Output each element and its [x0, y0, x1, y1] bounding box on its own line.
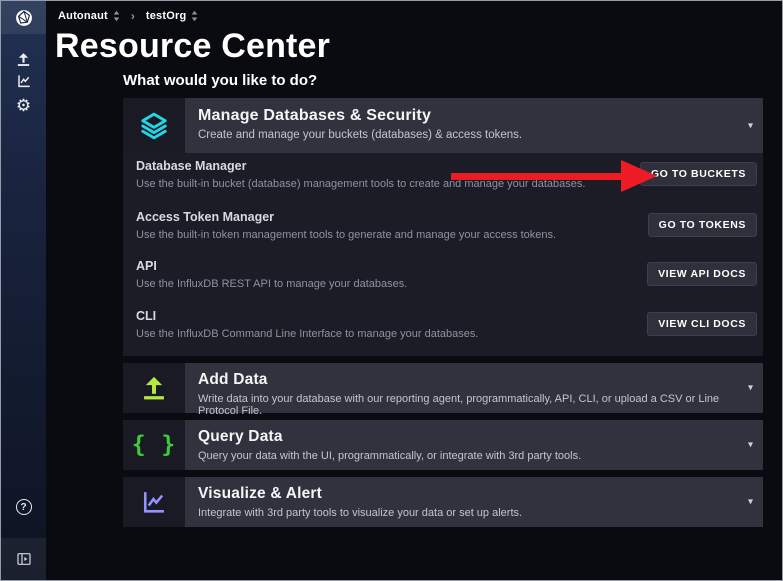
account-name: Autonaut — [58, 10, 108, 22]
page-title: Resource Center — [55, 27, 330, 66]
settings-nav-icon[interactable]: ⚙ — [1, 95, 46, 115]
help-icon: ? — [16, 499, 32, 515]
section-subtitle: Write data into your database with our r… — [198, 393, 737, 417]
go-to-tokens-button[interactable]: GO TO TOKENS — [648, 213, 757, 237]
line-chart-icon — [123, 477, 185, 527]
breadcrumb-org-dropdown[interactable]: testOrg — [146, 10, 199, 22]
page-prompt: What would you like to do? — [123, 72, 317, 89]
section-title: Add Data — [198, 371, 737, 389]
upload-icon — [15, 51, 32, 68]
row-cli: CLI Use the InfluxDB Command Line Interf… — [123, 309, 763, 355]
row-database-manager: Database Manager Use the built-in bucket… — [123, 159, 763, 205]
sort-carets-icon — [113, 10, 120, 22]
curly-braces-icon: { } — [123, 420, 185, 470]
annotation-arrow-head — [621, 160, 657, 192]
org-name: testOrg — [146, 10, 187, 22]
resource-center-screen: ⚙ ? Autonaut › testOrg — [0, 0, 783, 581]
chevron-down-icon[interactable]: ▾ — [748, 440, 753, 451]
load-data-nav-icon[interactable] — [1, 49, 46, 69]
influxdb-logo-icon — [14, 8, 34, 28]
upload-icon — [123, 363, 185, 413]
section-title: Manage Databases & Security — [198, 107, 737, 125]
influxdb-logo[interactable] — [1, 1, 46, 34]
section-subtitle: Query your data with the UI, programmati… — [198, 450, 737, 462]
section-title: Visualize & Alert — [198, 485, 737, 503]
data-explorer-nav-icon[interactable] — [1, 71, 46, 91]
row-api: API Use the InfluxDB REST API to manage … — [123, 259, 763, 305]
gear-icon: ⚙ — [16, 97, 31, 114]
section-query-data-header[interactable]: { } Query Data Query your data with the … — [123, 420, 763, 470]
breadcrumb: Autonaut › testOrg — [58, 9, 198, 23]
view-cli-docs-button[interactable]: VIEW CLI DOCS — [647, 312, 757, 336]
section-manage-databases-body: Database Manager Use the built-in bucket… — [123, 153, 763, 356]
sidebar: ⚙ ? — [1, 1, 46, 580]
sidebar-toggle[interactable] — [1, 538, 46, 580]
section-subtitle: Create and manage your buckets (database… — [198, 129, 737, 141]
row-access-token-manager: Access Token Manager Use the built-in to… — [123, 210, 763, 256]
section-subtitle: Integrate with 3rd party tools to visual… — [198, 507, 737, 519]
chevron-down-icon[interactable]: ▾ — [748, 497, 753, 508]
breadcrumb-separator-icon: › — [127, 9, 139, 23]
chevron-down-icon[interactable]: ▾ — [748, 383, 753, 394]
go-to-buckets-button[interactable]: GO TO BUCKETS — [640, 162, 757, 186]
section-title: Query Data — [198, 428, 737, 446]
help-nav-icon[interactable]: ? — [1, 497, 46, 517]
chevron-down-icon[interactable]: ▾ — [748, 120, 753, 131]
annotation-arrow-tail — [451, 173, 623, 180]
section-add-data-header[interactable]: Add Data Write data into your database w… — [123, 363, 763, 413]
breadcrumb-account-dropdown[interactable]: Autonaut — [58, 10, 120, 22]
line-graph-icon — [16, 73, 32, 89]
main-content: Autonaut › testOrg Resource Center What … — [46, 1, 782, 580]
expand-sidebar-icon — [16, 551, 32, 567]
view-api-docs-button[interactable]: VIEW API DOCS — [647, 262, 757, 286]
section-manage-databases-header[interactable]: Manage Databases & Security Create and m… — [123, 98, 763, 153]
layers-icon — [123, 98, 185, 153]
sort-carets-icon — [191, 10, 198, 22]
section-visualize-alert-header[interactable]: Visualize & Alert Integrate with 3rd par… — [123, 477, 763, 527]
